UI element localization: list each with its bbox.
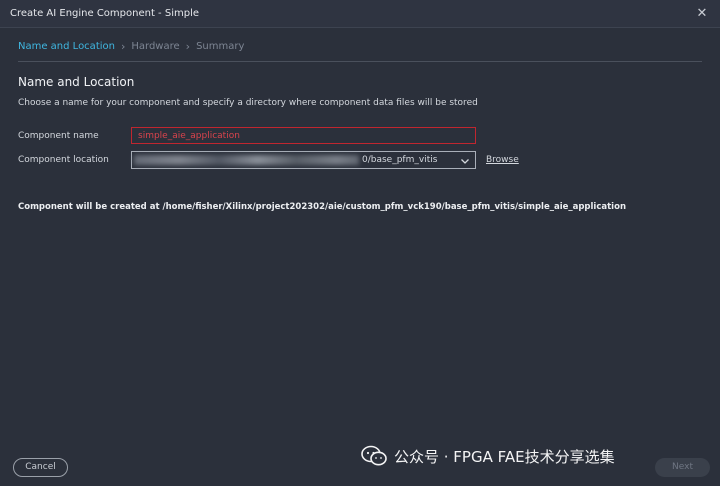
next-button[interactable]: Next (655, 458, 710, 477)
header-divider (18, 61, 702, 62)
redacted-path (134, 155, 359, 165)
component-location-label: Component location (18, 155, 109, 165)
component-path-info: Component will be created at /home/fishe… (18, 202, 626, 212)
component-location-select[interactable]: 0/base_pfm_vitis (131, 151, 476, 169)
component-name-label: Component name (18, 131, 99, 141)
location-value: 0/base_pfm_vitis (362, 155, 438, 165)
wechat-icon (361, 445, 387, 466)
breadcrumb: Name and Location › Hardware › Summary (18, 39, 244, 53)
step-name-and-location[interactable]: Name and Location (18, 41, 115, 52)
section-description: Choose a name for your component and spe… (18, 98, 478, 108)
browse-link[interactable]: Browse (486, 155, 519, 165)
chevron-right-icon: › (120, 39, 126, 53)
chevron-right-icon: › (185, 39, 191, 53)
title-bar: Create AI Engine Component - Simple ✕ (0, 0, 720, 28)
step-summary[interactable]: Summary (196, 41, 244, 52)
window-title: Create AI Engine Component - Simple (10, 8, 199, 19)
watermark: 公众号 · FPGA FAE技术分享选集 (360, 444, 615, 468)
section-title: Name and Location (18, 75, 135, 89)
close-icon[interactable]: ✕ (694, 6, 710, 22)
cancel-button[interactable]: Cancel (13, 458, 68, 477)
step-hardware[interactable]: Hardware (131, 41, 179, 52)
watermark-text: 公众号 · FPGA FAE技术分享选集 (394, 447, 615, 466)
component-name-input[interactable] (131, 127, 476, 144)
chevron-down-icon (461, 159, 469, 164)
